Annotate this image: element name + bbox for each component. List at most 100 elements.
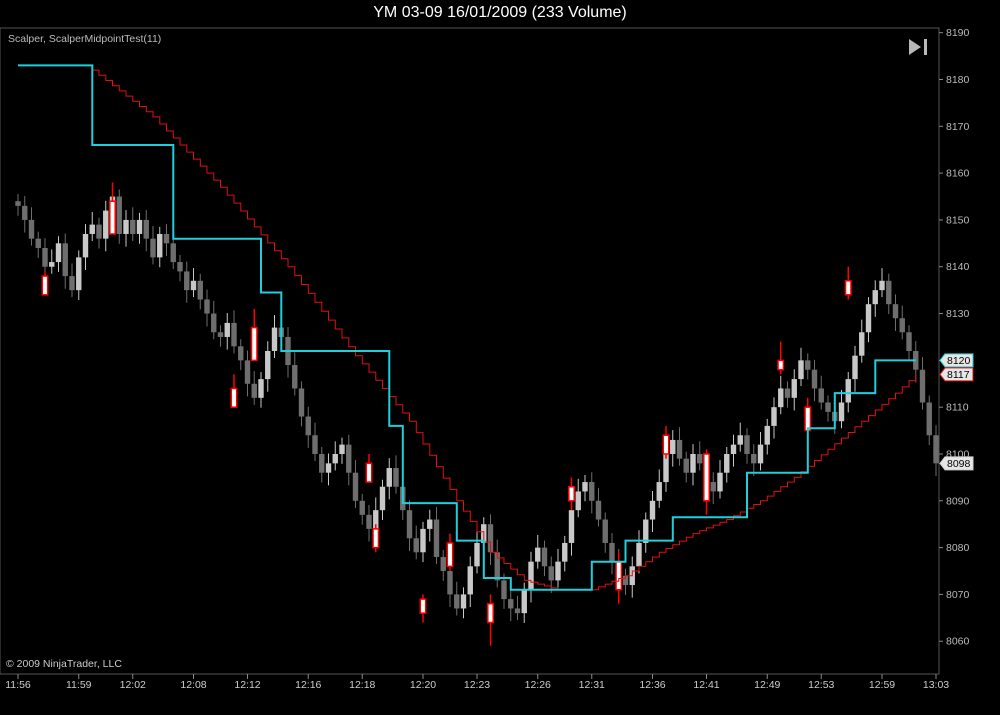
y-tick-label: 8150 [946,214,970,226]
x-tick-label: 11:56 [5,679,31,691]
price-tag-label: 8098 [947,458,971,470]
candle-body [15,201,21,206]
signal-body [703,453,710,502]
candle-body [845,379,851,403]
x-tick-label: 12:59 [869,679,895,691]
candle-body [575,491,581,511]
candle-body [778,388,784,408]
x-tick-label: 12:18 [349,679,375,691]
x-tick-label: 12:16 [295,679,321,691]
candle-body [757,444,764,464]
candle-body [879,280,885,291]
candle-body [49,262,55,267]
candle-body [413,538,419,553]
y-tick-label: 8090 [946,495,970,507]
candle-body [562,542,568,562]
x-tick-label: 12:26 [525,679,551,691]
y-tick-label: 8080 [946,542,970,554]
x-tick-label: 12:49 [754,679,780,691]
price-tag-label: 8120 [947,355,971,367]
copyright-text: © 2009 NinjaTrader, LLC [6,658,122,670]
signal-body [844,280,852,296]
candle-body [116,196,122,234]
candle-body [771,407,777,426]
candle-body [508,599,514,609]
candle-body [467,566,473,595]
candle-body [325,463,332,473]
candle-body [62,243,68,277]
x-tick-label: 12:20 [410,679,436,691]
candle-body [386,468,392,487]
candle-body [602,519,608,543]
x-tick-label: 12:08 [180,679,206,691]
candle-body [447,571,453,595]
candle-body [906,332,912,351]
candle-body [595,500,602,520]
candle-body [55,243,62,263]
candle-body [933,435,939,464]
candle-body [737,435,743,445]
candle-body [899,318,905,333]
x-tick-label: 12:41 [693,679,719,691]
candle-body [589,482,595,501]
candle-body [670,439,676,454]
candle-body [764,425,770,445]
signal-body [487,603,494,624]
candle-body [346,444,352,473]
candle-body [163,233,170,244]
candle-body [170,243,176,263]
candle-body [548,566,554,581]
candle-body [224,322,230,337]
candle-body [818,388,824,403]
indicator-label: Scalper, ScalperMidpointTest(11) [8,33,162,45]
candle-body [440,556,446,572]
candle-body [89,224,95,234]
signal-body [568,486,575,502]
x-tick-label: 12:53 [808,679,834,691]
candle-body [251,383,257,398]
x-tick-label: 11:59 [66,679,92,691]
x-tick-label: 12:23 [464,679,490,691]
candle-body [724,453,730,473]
candle-body [143,219,149,239]
x-axis: 11:56 11:59 12:02 12:08 12:12 12:16 12:18 12:20… [5,674,949,691]
signal-body [446,542,454,568]
candle-body [683,458,689,473]
candle-body [76,257,82,291]
candle-body [838,402,845,422]
candle-body [872,290,878,305]
x-tick-label: 12:12 [234,679,260,691]
signal-body [662,434,670,455]
y-axis: 8060807080808090810081108120813081408150… [939,27,970,648]
signal-body [419,598,427,614]
candle-body [474,542,480,567]
candle-body [791,379,797,398]
candle-body [130,219,136,234]
candle-body [454,594,460,609]
candle-body [211,313,217,333]
signal-body [230,387,238,408]
candle-body [636,542,642,567]
candle-body [28,219,35,239]
x-tick-label: 12:36 [639,679,665,691]
candle-body [690,453,696,473]
candle-body [305,416,311,436]
y-tick-label: 8180 [946,74,970,86]
candle-body [730,444,737,454]
price-chart[interactable]: 8060807080808090810081108120813081408150… [0,0,1000,715]
candle-body [366,514,372,529]
candle-body [886,280,892,305]
candle-body [197,280,203,300]
scroll-to-end-button[interactable] [906,37,932,57]
candle-body [609,542,615,562]
candle-body [784,388,791,398]
candle-body [852,355,858,380]
candle-body [352,472,359,501]
candle-body [312,435,318,454]
candle-body [825,402,831,412]
candle-body [339,444,345,454]
candle-body [865,304,872,333]
candle-body [190,280,197,291]
candle-body [82,233,89,258]
candle-body [420,528,426,553]
